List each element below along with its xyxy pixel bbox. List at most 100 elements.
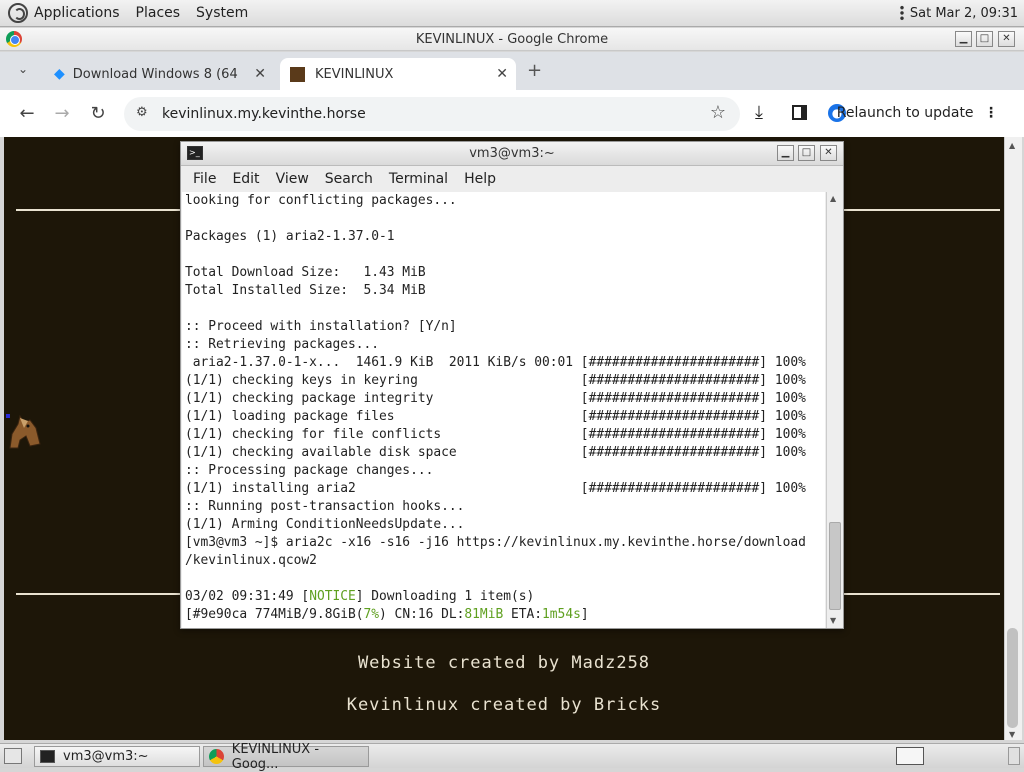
tab-close-icon[interactable]: ✕ — [254, 66, 266, 82]
website-credit: Website created by Madz258 — [357, 653, 651, 673]
terminal-line: (1/1) Arming ConditionNeedsUpdate... — [185, 517, 465, 532]
tab-search-icon[interactable]: ⌄ — [18, 62, 28, 76]
applications-label: Applications — [34, 5, 120, 21]
menu-view[interactable]: View — [268, 171, 317, 187]
terminal-title: vm3@vm3:~ — [469, 146, 555, 161]
tab-kevinlinux[interactable]: KEVINLINUX ✕ — [280, 58, 516, 90]
show-desktop-icon[interactable] — [4, 748, 22, 764]
terminal-window[interactable]: >_ vm3@vm3:~ ▁ □ ✕ File Edit View Search… — [180, 141, 844, 629]
download-rate: 81MiB — [464, 607, 504, 622]
bookmark-star-icon[interactable]: ☆ — [710, 102, 726, 123]
tab-label: KEVINLINUX — [315, 66, 394, 82]
system-menu[interactable]: System — [188, 0, 256, 27]
tab-download-windows[interactable]: ◆ Download Windows 8 (64 bit ✕ — [44, 58, 274, 90]
progress-line: [#9e90ca 774MiB/9.8GiB(7%) CN:16 DL:81Mi… — [185, 606, 825, 624]
new-tab-button[interactable]: + — [527, 60, 542, 81]
download-favicon-icon: ◆ — [54, 66, 65, 82]
url-text: kevinlinux.my.kevinthe.horse — [162, 106, 366, 122]
terminal-output[interactable]: looking for conflicting packages... Pack… — [182, 192, 825, 628]
terminal-menubar: File Edit View Search Terminal Help — [181, 167, 843, 191]
maximize-button[interactable]: □ — [976, 31, 993, 47]
progress-mid: ) CN:16 DL: — [379, 607, 465, 622]
eta-value: 1m54s — [542, 607, 581, 622]
scroll-up-icon[interactable]: ▲ — [1009, 141, 1015, 150]
menu-edit[interactable]: Edit — [224, 171, 267, 187]
terminal-minimize-button[interactable]: ▁ — [777, 145, 794, 161]
task-label: KEVINLINUX - Goog... — [231, 741, 320, 772]
terminal-line: /kevinlinux.qcow2 — [185, 553, 317, 568]
chrome-titlebar[interactable]: KEVINLINUX - Google Chrome ▁ □ ✕ — [0, 28, 1024, 51]
terminal-app-icon: >_ — [187, 146, 203, 160]
downloads-icon[interactable]: ⤓ — [755, 102, 763, 123]
address-bar[interactable]: ⚙ kevinlinux.my.kevinthe.horse ☆ — [124, 97, 740, 131]
chrome-task-icon — [209, 749, 224, 764]
debian-logo-icon — [8, 3, 28, 23]
progress-close: ] — [580, 607, 589, 622]
horse-favicon-icon — [290, 66, 305, 82]
horse-mascot-icon — [6, 414, 41, 449]
terminal-scroll-up-icon[interactable]: ▲ — [830, 194, 836, 203]
task-label: vm3@vm3:~ — [63, 749, 149, 764]
relaunch-button[interactable]: Relaunch to update ⋮ — [837, 105, 998, 121]
bottom-panel: vm3@vm3:~ KEVINLINUX - Goog... — [0, 742, 1024, 772]
terminal-line: :: Retrieving packages... — [185, 337, 380, 352]
terminal-titlebar[interactable]: >_ vm3@vm3:~ ▁ □ ✕ — [181, 142, 843, 166]
terminal-line: aria2-1.37.0-1-x... 1461.9 KiB 2011 KiB/… — [185, 355, 806, 370]
terminal-line: :: Running post-transaction hooks... — [185, 499, 465, 514]
terminal-scroll-down-icon[interactable]: ▼ — [830, 616, 836, 625]
eta-label: ETA: — [503, 607, 543, 622]
terminal-line: :: Processing package changes... — [185, 463, 434, 478]
minimize-button[interactable]: ▁ — [955, 31, 972, 47]
places-menu[interactable]: Places — [128, 0, 189, 27]
menu-terminal[interactable]: Terminal — [381, 171, 456, 187]
page-scrollbar-thumb[interactable] — [1007, 628, 1018, 728]
kevinlinux-credit: Kevinlinux created by Bricks — [346, 695, 662, 715]
clock[interactable]: Sat Mar 2, 09:31 — [899, 5, 1024, 21]
terminal-line: [vm3@vm3 ~]$ aria2c -x16 -s16 -j16 https… — [185, 535, 806, 550]
terminal-close-button[interactable]: ✕ — [820, 145, 837, 161]
terminal-line: Total Installed Size: 5.34 MiB — [185, 283, 426, 298]
terminal-maximize-button[interactable]: □ — [798, 145, 815, 161]
workspace-switcher-icon[interactable] — [896, 747, 924, 765]
progress-percent: 7% — [363, 607, 380, 622]
terminal-line: (1/1) installing aria2 [################… — [185, 481, 806, 496]
terminal-line: :: Proceed with installation? [Y/n] — [185, 319, 457, 334]
site-info-icon[interactable]: ⚙ — [136, 105, 148, 120]
taskbar-item-terminal[interactable]: vm3@vm3:~ — [34, 746, 200, 767]
terminal-line: Packages (1) aria2-1.37.0-1 — [185, 229, 395, 244]
reload-button[interactable]: ↻ — [83, 99, 113, 129]
progress-open: [#9e90ca 774MiB/9.8GiB( — [185, 607, 364, 622]
terminal-line: (1/1) checking available disk space [###… — [185, 445, 806, 460]
back-button[interactable]: ← — [12, 99, 42, 129]
terminal-line: (1/1) checking package integrity [######… — [185, 391, 806, 406]
taskbar-item-chrome[interactable]: KEVINLINUX - Goog... — [203, 742, 369, 772]
menu-kebab-icon: ⋮ — [984, 105, 998, 121]
terminal-scrollbar[interactable]: ▲ ▼ — [826, 192, 842, 628]
forward-button[interactable]: → — [47, 99, 77, 129]
panel-handle-icon — [899, 5, 904, 21]
notice-suffix: ] Downloading 1 item(s) — [355, 589, 535, 604]
close-button[interactable]: ✕ — [998, 31, 1015, 47]
tab-label: Download Windows 8 (64 bit — [72, 66, 243, 82]
menu-help[interactable]: Help — [456, 171, 504, 187]
menu-file[interactable]: File — [185, 171, 224, 187]
applications-menu[interactable]: Applications — [0, 0, 128, 27]
scroll-down-icon[interactable]: ▼ — [1009, 730, 1015, 739]
trash-applet-icon[interactable] — [1008, 747, 1020, 765]
terminal-task-icon — [40, 750, 55, 763]
side-panel-icon[interactable] — [792, 105, 807, 120]
chrome-logo-icon — [6, 31, 22, 47]
tab-close-icon[interactable]: ✕ — [496, 66, 508, 82]
notice-line: 03/02 09:31:49 [NOTICE] Downloading 1 it… — [185, 588, 825, 606]
terminal-scrollbar-thumb[interactable] — [829, 522, 841, 610]
chrome-window-title: KEVINLINUX - Google Chrome — [415, 32, 609, 47]
terminal-line: (1/1) loading package files [###########… — [185, 409, 806, 424]
terminal-line: (1/1) checking keys in keyring [########… — [185, 373, 806, 388]
notice-tag: NOTICE — [309, 589, 356, 604]
terminal-line: looking for conflicting packages... — [185, 193, 457, 208]
tab-strip: ⌄ ◆ Download Windows 8 (64 bit ✕ KEVINLI… — [0, 52, 1024, 90]
toolbar: ← → ↻ ⚙ kevinlinux.my.kevinthe.horse ☆ ⤓… — [0, 90, 1024, 137]
menu-search[interactable]: Search — [317, 171, 381, 187]
